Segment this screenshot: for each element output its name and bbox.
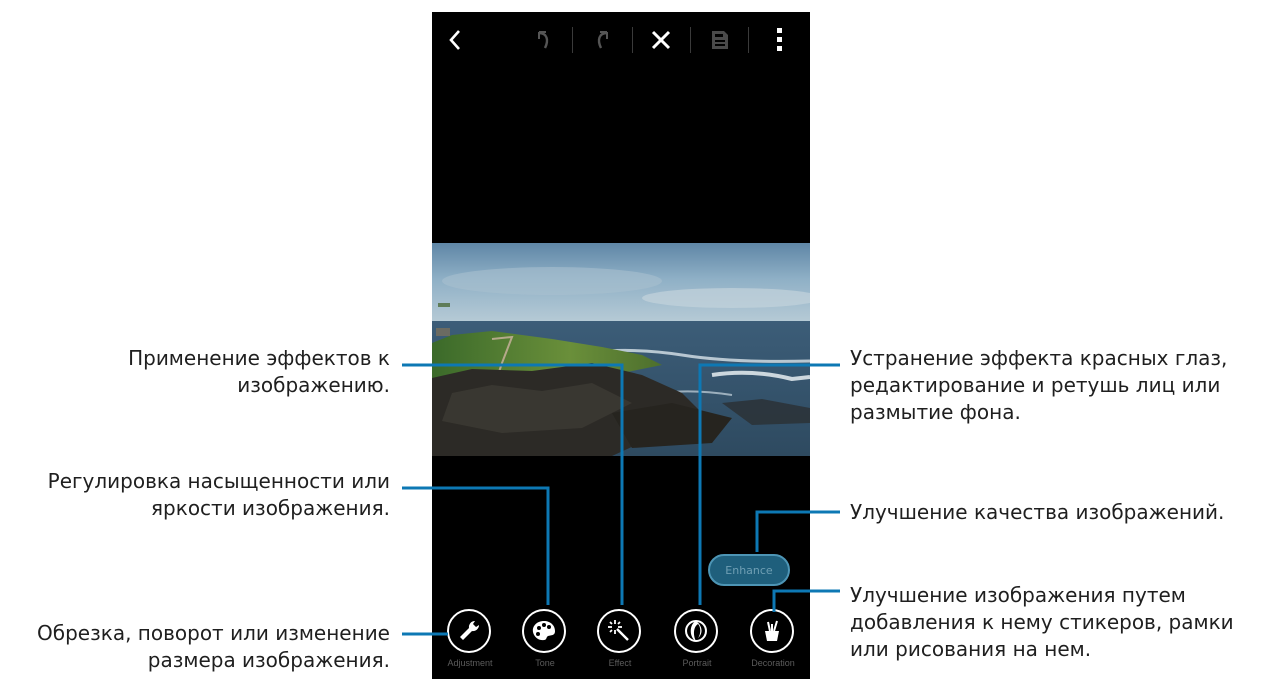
action-bar	[432, 12, 810, 68]
toolbar-divider	[572, 27, 573, 53]
portrait-callout: Устранение эффекта красных глаз, редакти…	[850, 346, 1228, 424]
cancel-button[interactable]	[645, 24, 677, 56]
tone-label: Tone	[535, 658, 555, 668]
redo-icon	[597, 31, 608, 49]
tone-callout: Регулировка насыщенности или яркости изо…	[47, 469, 390, 520]
undo-button[interactable]	[528, 24, 558, 56]
enhance-button[interactable]: Enhance	[708, 554, 790, 586]
portrait-icon	[685, 620, 707, 642]
effect-callout: Применение эффектов к изображению.	[128, 346, 390, 397]
effect-button[interactable]	[597, 609, 641, 653]
photo-editor-screen: Enhance Adjustment Tone Effect Portrait …	[432, 12, 810, 679]
toolbar-divider	[748, 27, 749, 53]
redo-button[interactable]	[588, 24, 618, 56]
edited-photo	[432, 243, 810, 456]
portrait-tool[interactable]: Portrait	[659, 609, 735, 679]
portrait-label: Portrait	[682, 658, 712, 668]
toolbar-divider	[632, 27, 633, 53]
back-button[interactable]	[442, 24, 468, 56]
undo-icon	[538, 31, 549, 49]
decoration-tool[interactable]: Decoration	[735, 609, 810, 679]
tone-button[interactable]	[522, 609, 566, 653]
more-options-button[interactable]	[766, 24, 794, 56]
decoration-button[interactable]	[750, 609, 794, 653]
more-icon	[777, 28, 782, 51]
decoration-label: Decoration	[751, 658, 795, 668]
save-button[interactable]	[704, 24, 736, 56]
adjustment-tool[interactable]: Adjustment	[432, 609, 508, 679]
magic-wand-icon	[608, 620, 629, 641]
adjustment-button[interactable]	[447, 609, 491, 653]
brush-cup-icon	[765, 620, 779, 641]
wrench-icon	[460, 620, 480, 640]
tone-tool[interactable]: Tone	[507, 609, 583, 679]
close-icon	[651, 30, 671, 50]
save-icon	[712, 31, 728, 49]
portrait-button[interactable]	[674, 609, 718, 653]
adjustment-callout: Обрезка, поворот или изменение размера и…	[37, 621, 390, 672]
adjustment-label: Adjustment	[447, 658, 493, 668]
effect-label: Effect	[608, 658, 632, 668]
back-icon	[449, 30, 460, 50]
decoration-callout: Улучшение изображения путем добавления к…	[850, 583, 1234, 661]
enhance-callout: Улучшение качества изображений.	[850, 500, 1225, 524]
palette-icon	[532, 621, 555, 641]
toolbar-divider	[690, 27, 691, 53]
effect-tool[interactable]: Effect	[582, 609, 658, 679]
